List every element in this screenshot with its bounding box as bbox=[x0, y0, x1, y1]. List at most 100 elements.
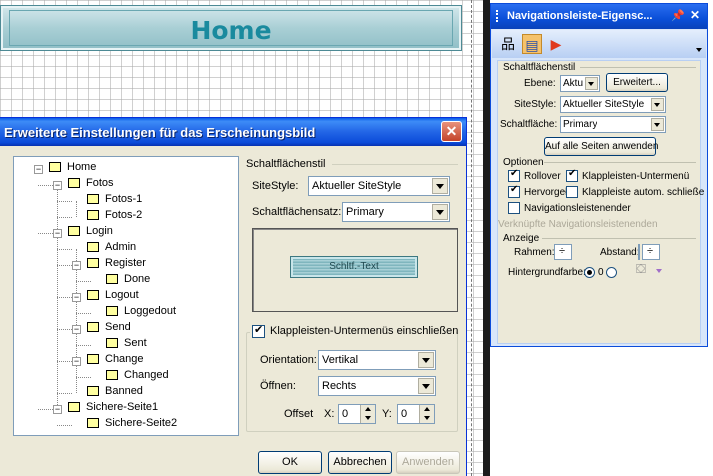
color-dropdown-icon[interactable] bbox=[656, 269, 662, 273]
stepper-arrows-icon[interactable] bbox=[360, 405, 375, 423]
spacing-input[interactable] bbox=[638, 244, 640, 260]
preview-button: Schltf.-Text bbox=[290, 256, 418, 278]
chevron-down-icon[interactable] bbox=[432, 178, 448, 194]
open-direction-select[interactable]: Rechts bbox=[318, 376, 436, 396]
tree-collapse-icon[interactable]: − bbox=[72, 261, 81, 270]
chevron-down-icon[interactable] bbox=[418, 352, 434, 368]
tree-node[interactable]: Fotos-1 bbox=[87, 193, 142, 209]
tree-connector bbox=[57, 217, 72, 218]
orientation-select[interactable]: Vertikal bbox=[318, 350, 436, 370]
tree-node[interactable]: Sichere-Seite2 bbox=[87, 417, 177, 433]
tree-node-label: Done bbox=[124, 273, 151, 286]
offset-y-label: Y: bbox=[382, 408, 392, 420]
tree-collapse-icon[interactable]: − bbox=[34, 165, 43, 174]
autoclose-checkbox[interactable] bbox=[566, 186, 578, 198]
paint-bucket-icon[interactable]: ⛋ bbox=[636, 261, 652, 277]
level-label: Ebene: bbox=[524, 78, 556, 89]
spacing-stepper[interactable] bbox=[642, 244, 660, 260]
tree-node[interactable]: Changed bbox=[106, 369, 169, 385]
chevron-down-icon[interactable] bbox=[432, 204, 448, 220]
tree-node-label: Banned bbox=[105, 385, 143, 398]
grip-icon[interactable] bbox=[496, 10, 499, 22]
offset-x-stepper[interactable]: 0 bbox=[338, 404, 376, 424]
apply-all-pages-button[interactable]: Auf alle Seiten anwenden bbox=[544, 137, 658, 156]
navbar-properties-panel: Navigationsleiste-Eigensc... 📌 ✕ 品 ▤ ▶ S… bbox=[490, 3, 708, 347]
tree-collapse-icon[interactable]: − bbox=[72, 357, 81, 366]
tree-node[interactable]: Login bbox=[68, 225, 113, 241]
offset-y-stepper[interactable]: 0 bbox=[397, 404, 435, 424]
panel-toolbar: 品 ▤ ▶ bbox=[492, 30, 706, 58]
tree-node[interactable]: Home bbox=[49, 161, 96, 177]
open-label: Öffnen: bbox=[260, 380, 296, 392]
page-icon bbox=[87, 258, 99, 269]
home-banner[interactable]: Home bbox=[0, 5, 462, 51]
offset-x-value: 0 bbox=[342, 408, 349, 420]
chevron-down-icon[interactable] bbox=[651, 98, 664, 111]
tree-node-label: Changed bbox=[124, 369, 169, 382]
pin-icon[interactable]: 📌 bbox=[671, 9, 685, 22]
tree-node-label: Sichere-Seite1 bbox=[86, 401, 159, 414]
group-divider bbox=[544, 162, 696, 163]
tree-node[interactable]: Admin bbox=[87, 241, 136, 257]
tree-connector bbox=[57, 329, 72, 330]
tree-node-label: Login bbox=[86, 225, 113, 238]
play-icon[interactable]: ▶ bbox=[546, 34, 566, 54]
frame-stepper[interactable] bbox=[554, 244, 572, 260]
nav-ends-checkbox[interactable] bbox=[508, 202, 520, 214]
tree-node[interactable]: Done bbox=[106, 273, 150, 289]
options-group-label: Optionen bbox=[503, 157, 544, 168]
buttonset-select[interactable]: Primary bbox=[342, 202, 450, 222]
tree-connector bbox=[57, 393, 72, 394]
background-zero-label: 0 bbox=[598, 267, 604, 278]
level-select[interactable]: Aktu bbox=[560, 75, 600, 92]
sitestyle-label: SiteStyle: bbox=[514, 99, 557, 110]
tree-collapse-icon[interactable]: − bbox=[72, 293, 81, 302]
tree-node[interactable]: Loggedout bbox=[106, 305, 176, 321]
tree-node[interactable]: Send bbox=[87, 321, 131, 337]
dropdown-submenu-checkbox[interactable] bbox=[566, 168, 578, 182]
tree-node[interactable]: Sent bbox=[106, 337, 147, 353]
chevron-down-icon[interactable] bbox=[418, 378, 434, 394]
tree-collapse-icon[interactable]: − bbox=[53, 229, 62, 238]
tree-node[interactable]: Change bbox=[87, 353, 144, 369]
tree-node[interactable]: Register bbox=[87, 257, 146, 273]
tree-node[interactable]: Banned bbox=[87, 385, 143, 401]
tree-node-label: Home bbox=[67, 161, 97, 174]
background-custom-radio[interactable] bbox=[606, 267, 617, 278]
apply-button[interactable]: Anwenden bbox=[396, 451, 460, 474]
highlight-checkbox[interactable] bbox=[508, 184, 520, 198]
sitestyle-select[interactable]: Aktueller SiteStyle bbox=[560, 96, 666, 113]
rollover-checkbox[interactable] bbox=[508, 168, 520, 182]
tree-node[interactable]: Fotos bbox=[68, 177, 114, 193]
button-select[interactable]: Primary bbox=[560, 116, 666, 133]
toolbar-overflow-icon[interactable] bbox=[696, 48, 702, 52]
chevron-down-icon[interactable] bbox=[585, 77, 598, 90]
ok-button[interactable]: OK bbox=[258, 451, 322, 474]
panel-close-icon[interactable]: ✕ bbox=[690, 8, 700, 22]
dialog-close-button[interactable]: ✕ bbox=[441, 121, 462, 142]
page-icon bbox=[68, 178, 80, 189]
banner-title: Home bbox=[190, 16, 272, 45]
group-divider bbox=[580, 67, 696, 68]
sitestyle-label: SiteStyle: bbox=[252, 180, 299, 192]
chevron-down-icon[interactable] bbox=[651, 118, 664, 131]
tree-collapse-icon[interactable]: − bbox=[53, 405, 62, 414]
page-tree[interactable]: − Home − Fotos Fotos-1 Fotos-2− Login Admin − Reg… bbox=[13, 156, 239, 436]
tree-node[interactable]: Sichere-Seite1 bbox=[68, 401, 158, 417]
include-submenus-checkbox[interactable] bbox=[252, 323, 265, 338]
stepper-arrows-icon[interactable] bbox=[419, 405, 434, 423]
navbar-icon[interactable]: ▤ bbox=[522, 34, 542, 54]
cancel-button[interactable]: Abbrechen bbox=[328, 451, 392, 474]
rollover-label: Rollover bbox=[524, 171, 561, 182]
sitemap-icon[interactable]: 品 bbox=[498, 34, 518, 54]
tree-node[interactable]: Logout bbox=[87, 289, 139, 305]
sitestyle-select[interactable]: Aktueller SiteStyle bbox=[308, 176, 450, 196]
tree-collapse-icon[interactable]: − bbox=[53, 181, 62, 190]
tree-collapse-icon[interactable]: − bbox=[72, 325, 81, 334]
tree-connector bbox=[38, 233, 53, 234]
button-value: Primary bbox=[563, 119, 598, 130]
background-default-radio[interactable] bbox=[584, 267, 595, 278]
autoclose-label: Klappleiste autom. schließe bbox=[582, 187, 705, 198]
tree-node[interactable]: Fotos-2 bbox=[87, 209, 142, 225]
advanced-button[interactable]: Erweitert... bbox=[606, 73, 668, 92]
